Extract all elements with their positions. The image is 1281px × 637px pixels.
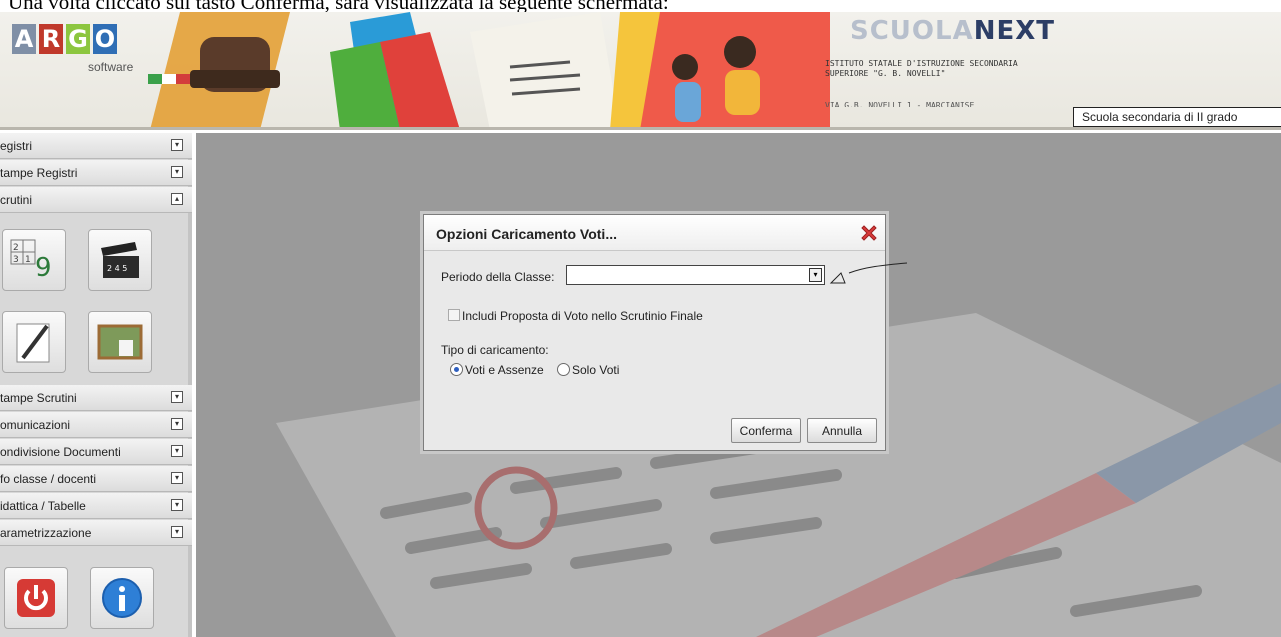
grid-numbers-icon: 2 3 1 9 — [10, 239, 52, 283]
expand-icon[interactable]: ▾ — [171, 445, 183, 457]
grid-numbers-tile[interactable]: 2 3 1 9 — [2, 229, 66, 291]
radio-voti-e-assenze-label: Voti e Assenze — [465, 363, 544, 377]
logout-tile[interactable] — [4, 567, 68, 629]
menu-item-scrutini[interactable]: crutini ▴ — [0, 187, 192, 213]
expand-icon[interactable]: ▾ — [171, 166, 183, 178]
grid-small-digit: 2 — [13, 243, 19, 253]
confirm-button[interactable]: Conferma — [731, 418, 801, 443]
logo-letter: R — [39, 24, 63, 54]
sidebar: egistri ▾ tampe Registri ▾ crutini ▴ 2 3… — [0, 133, 192, 637]
radio-solo-voti-label: Solo Voti — [572, 363, 620, 377]
menu-item-didattica-tabelle[interactable]: idattica / Tabelle ▾ — [0, 493, 192, 519]
info-icon — [102, 578, 142, 618]
close-icon[interactable] — [858, 222, 880, 244]
blackboard-tile[interactable] — [88, 311, 152, 373]
radio-solo-voti[interactable] — [557, 363, 570, 376]
logo-letter: O — [93, 24, 117, 54]
load-type-label: Tipo di caricamento: — [441, 343, 549, 357]
expand-icon[interactable]: ▾ — [171, 418, 183, 430]
include-proposal-checkbox[interactable] — [448, 309, 460, 321]
school-address: VIA G.B. NOVELLI 1 - MARCIANISE — [825, 101, 975, 107]
menu-item-stampe-registri[interactable]: tampe Registri ▾ — [0, 160, 192, 186]
logo-letter: G — [66, 24, 90, 54]
menu-item-label: fo classe / docenti — [0, 472, 97, 486]
clapper-text: 2 4 5 — [107, 264, 127, 273]
expand-icon[interactable]: ▾ — [171, 526, 183, 538]
period-select[interactable]: ▾ — [566, 265, 825, 285]
info-tile[interactable] — [90, 567, 154, 629]
include-proposal-label: Includi Proposta di Voto nello Scrutinio… — [462, 309, 703, 323]
school-name: ISTITUTO STATALE D'ISTRUZIONE SECONDARIA… — [825, 59, 1018, 78]
menu-item-registri[interactable]: egistri ▾ — [0, 133, 192, 159]
logo-letter: A — [12, 24, 36, 54]
menu-item-stampe-scrutini[interactable]: tampe Scrutini ▾ — [0, 385, 192, 411]
expand-icon[interactable]: ▾ — [171, 139, 183, 151]
period-label: Periodo della Classe: — [441, 270, 555, 284]
radio-voti-e-assenze[interactable] — [450, 363, 463, 376]
menu-item-parametrizzazione[interactable]: arametrizzazione ▾ — [0, 520, 192, 546]
cancel-button[interactable]: Annulla — [807, 418, 877, 443]
grid-small-digit: 3 — [13, 255, 19, 265]
menu-item-label: tampe Registri — [0, 166, 78, 180]
menu-item-info-classe-docenti[interactable]: fo classe / docenti ▾ — [0, 466, 192, 492]
menu-item-comunicazioni[interactable]: omunicazioni ▾ — [0, 412, 192, 438]
expand-icon[interactable]: ▾ — [171, 472, 183, 484]
clapperboard-tile[interactable]: 2 4 5 — [88, 229, 152, 291]
power-icon — [17, 579, 55, 617]
argo-logo: A R G O — [12, 24, 117, 54]
header-banner: A R G O software SCUOLANEXT ISTITUTO STA… — [0, 12, 1281, 130]
blackboard-icon — [97, 324, 143, 360]
collapse-icon[interactable]: ▴ — [171, 193, 183, 205]
edit-pencil-tile[interactable] — [2, 311, 66, 373]
menu-item-label: crutini — [0, 193, 33, 207]
banner-artwork — [148, 12, 830, 127]
load-votes-options-dialog: Opzioni Caricamento Voti... Periodo dell… — [423, 214, 908, 451]
menu-item-label: ondivisione Documenti — [0, 445, 121, 459]
expand-icon[interactable]: ▾ — [171, 499, 183, 511]
dialog-title: Opzioni Caricamento Voti... — [424, 215, 885, 251]
clapperboard-icon: 2 4 5 — [101, 242, 139, 278]
grid-big-digit: 9 — [35, 253, 52, 283]
pencil-icon — [16, 323, 50, 363]
chevron-down-icon[interactable]: ▾ — [809, 268, 822, 282]
school-type-field[interactable]: Scuola secondaria di II grado — [1073, 107, 1281, 127]
cursor-annotation-icon — [829, 262, 908, 284]
menu-item-label: omunicazioni — [0, 418, 71, 432]
menu-item-condivisione-documenti[interactable]: ondivisione Documenti ▾ — [0, 439, 192, 465]
logo-subtitle: software — [88, 60, 134, 74]
menu-item-label: egistri — [0, 139, 33, 153]
grid-small-digit: 1 — [25, 255, 31, 265]
menu-item-label: tampe Scrutini — [0, 391, 77, 405]
scuolanext-logo: SCUOLANEXT — [850, 16, 1056, 46]
expand-icon[interactable]: ▾ — [171, 391, 183, 403]
menu-item-label: arametrizzazione — [0, 526, 92, 540]
menu-item-label: idattica / Tabelle — [0, 499, 86, 513]
